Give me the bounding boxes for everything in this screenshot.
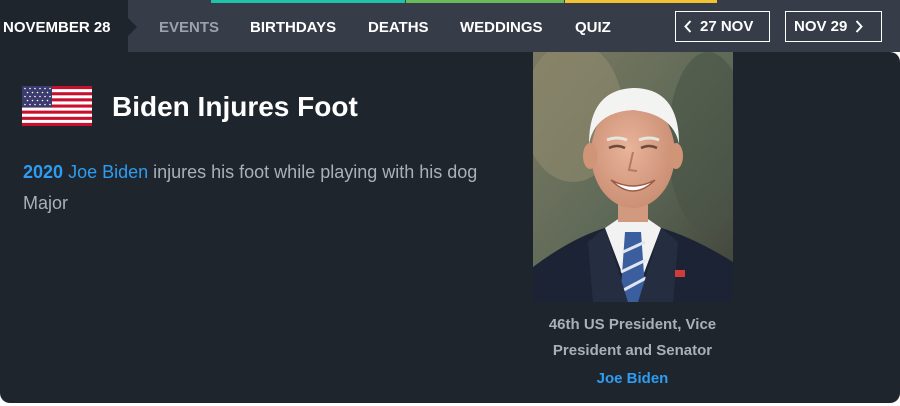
next-day-label: NOV 29 [794,18,848,35]
nav-link-birthdays[interactable]: BIRTHDAYS [250,0,336,52]
us-flag-icon [22,86,92,126]
nav-link-weddings[interactable]: WEDDINGS [460,0,543,52]
nav-link-quiz[interactable]: QUIZ [575,0,611,52]
chevron-left-icon [684,20,692,33]
event-description: 2020 Joe Biden injures his foot while pl… [23,157,483,219]
current-date-tab[interactable]: NOVEMBER 28 [0,0,137,52]
previous-day-label: 27 NOV [700,18,754,35]
event-year-link[interactable]: 2020 [23,162,63,182]
event-card: Biden Injures Foot 2020 Joe Biden injure… [0,52,900,403]
event-person-link[interactable]: Joe Biden [68,162,148,182]
previous-day-button[interactable]: 27 NOV [675,11,770,42]
portrait-photo[interactable] [533,52,733,302]
event-title: Biden Injures Foot [112,91,358,122]
nav-link-deaths[interactable]: DEATHS [368,0,429,52]
next-day-button[interactable]: NOV 29 [785,11,882,42]
chevron-right-icon [856,20,864,33]
profile-name-link[interactable]: Joe Biden [520,366,745,392]
portrait-caption: 46th US President, Vice President and Se… [548,316,717,359]
top-navigation: NOVEMBER 28 EVENTS BIRTHDAYS DEATHS WEDD… [0,0,900,52]
nav-link-events[interactable]: EVENTS [159,0,219,52]
